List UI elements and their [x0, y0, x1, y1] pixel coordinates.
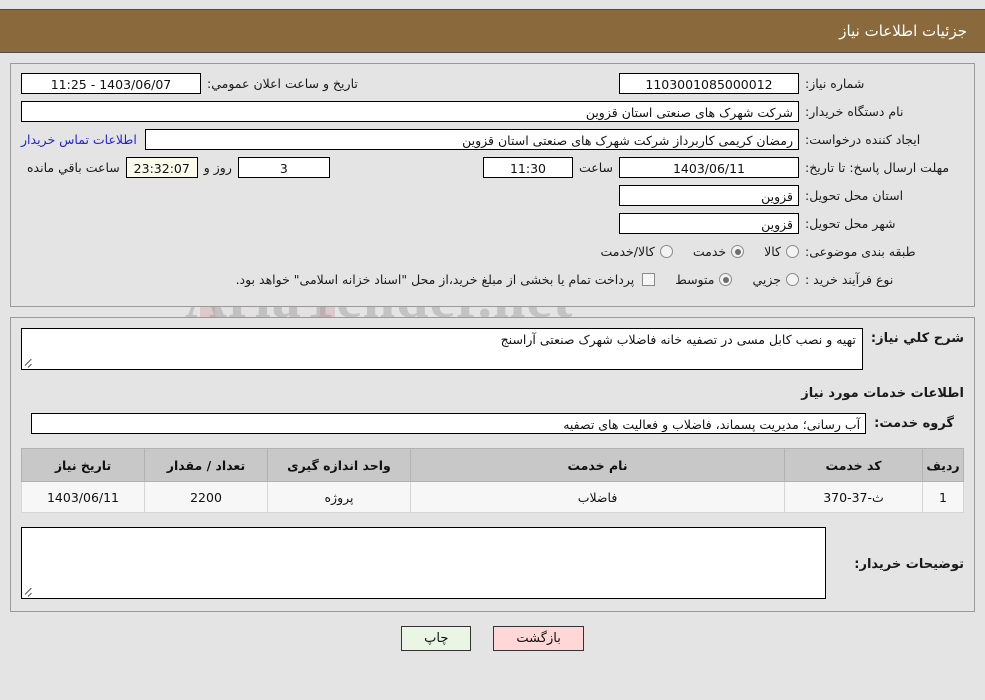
remaining-days-value: 3	[237, 157, 330, 178]
category-option-label: کالا/خدمت	[600, 244, 655, 259]
radio-icon[interactable]	[659, 245, 673, 258]
need-number-label: شماره نیاز:	[805, 76, 865, 91]
buyer-notes-label: توضیحات خریدار:	[854, 557, 964, 572]
general-description-value: تهیه و نصب کابل مسی در تصفیه خانه فاضلاب…	[500, 332, 856, 347]
cell-unit: پروژه	[267, 481, 411, 513]
process-label: نوع فرآیند خرید :	[805, 272, 894, 287]
remaining-days-label: روز و	[203, 160, 232, 175]
deadline-date-value: 1403/06/11	[619, 157, 799, 178]
category-option-label: خدمت	[692, 244, 727, 259]
services-section-title: اطلاعات خدمات مورد نیاز	[801, 386, 964, 401]
column-header-name: نام خدمت	[410, 448, 785, 482]
city-value: قزوین	[619, 213, 799, 234]
action-button-bar: بازگشت چاپ	[0, 626, 985, 651]
process-option-label: جزیي	[752, 272, 781, 287]
process-option-jozi[interactable]: جزیي	[752, 272, 799, 287]
resize-grip-icon[interactable]	[25, 587, 34, 596]
process-option-motavaset[interactable]: متوسط	[675, 272, 733, 287]
need-number-row: شماره نیاز: 1103001085000012 تاریخ و ساع…	[21, 72, 964, 95]
treasury-bond-note: پرداخت تمام یا بخشی از مبلغ خرید،از محل …	[235, 272, 635, 287]
deadline-hour-value: 11:30	[482, 157, 573, 178]
remaining-time-value: 23:32:07	[125, 157, 198, 178]
radio-icon[interactable]	[719, 273, 733, 286]
category-row: طبقه بندی موضوعی: کالا خدمت کالا/خدمت	[21, 240, 964, 263]
cell-name: فاضلاب	[410, 481, 785, 513]
buyer-contact-link[interactable]: اطلاعات تماس خریدار	[21, 132, 145, 147]
general-description-textarea[interactable]: تهیه و نصب کابل مسی در تصفیه خانه فاضلاب…	[21, 328, 863, 370]
buyer-org-label: نام دستگاه خریدار:	[805, 104, 904, 119]
print-button[interactable]: چاپ	[401, 626, 472, 651]
column-header-unit: واحد اندازه گیری	[267, 448, 411, 482]
public-announce-value: 1403/06/07 - 11:25	[21, 73, 201, 94]
creator-label: ایجاد کننده درخواست:	[805, 132, 921, 147]
province-value: قزوین	[619, 185, 799, 206]
buyer-notes-row: توضیحات خریدار:	[21, 527, 964, 599]
service-details-panel: شرح کلي نیاز: تهیه و نصب کابل مسی در تصف…	[10, 317, 975, 612]
cell-index: 1	[922, 481, 964, 513]
need-info-panel: شماره نیاز: 1103001085000012 تاریخ و ساع…	[10, 63, 975, 307]
city-row: شهر محل تحویل: قزوین	[21, 212, 964, 235]
public-announce-label: تاریخ و ساعت اعلان عمومي:	[207, 76, 358, 91]
category-option-kala-khedmat[interactable]: کالا/خدمت	[600, 244, 673, 259]
table-header-row: ردیف کد خدمت نام خدمت واحد اندازه گیری ت…	[21, 448, 964, 482]
radio-icon[interactable]	[731, 245, 745, 258]
service-group-value: آب رسانی؛ مدیریت پسماند، فاضلاب و فعالیت…	[31, 413, 867, 434]
service-group-label: گروه خدمت:	[874, 416, 954, 431]
process-row: نوع فرآیند خرید : جزیي متوسط پرداخت تمام…	[21, 268, 964, 291]
services-table: ردیف کد خدمت نام خدمت واحد اندازه گیری ت…	[21, 448, 964, 513]
radio-icon[interactable]	[786, 245, 799, 258]
cell-quantity: 2200	[144, 481, 268, 513]
city-label: شهر محل تحویل:	[805, 216, 896, 231]
buyer-org-row: نام دستگاه خریدار: شرکت شهرک های صنعتی ا…	[21, 100, 964, 123]
page-title: جزئیات اطلاعات نیاز	[839, 22, 967, 40]
creator-value: رمضان کریمی کاربرداز شرکت شهرک های صنعتی…	[144, 129, 799, 150]
deadline-hour-label: ساعت	[578, 160, 613, 175]
deadline-label: مهلت ارسال پاسخ: تا تاریخ:	[805, 159, 950, 175]
buyer-org-value: شرکت شهرک های صنعتی استان قزوین	[21, 101, 799, 122]
province-row: استان محل تحویل: قزوین	[21, 184, 964, 207]
creator-row: ایجاد کننده درخواست: رمضان کریمی کاربردا…	[21, 128, 964, 151]
category-option-khedmat[interactable]: خدمت	[692, 244, 745, 259]
general-description-row: شرح کلي نیاز: تهیه و نصب کابل مسی در تصف…	[21, 328, 964, 370]
page-header: جزئیات اطلاعات نیاز	[0, 9, 985, 53]
province-label: استان محل تحویل:	[805, 188, 904, 203]
radio-icon[interactable]	[786, 273, 799, 286]
category-option-label: کالا	[764, 244, 781, 259]
process-radio-group: جزیي متوسط	[655, 272, 799, 287]
process-option-label: متوسط	[675, 272, 715, 287]
deadline-row: مهلت ارسال پاسخ: تا تاریخ: 1403/06/11 سا…	[21, 156, 964, 179]
cell-code: ث-37-370	[784, 481, 923, 513]
table-row: 1 ث-37-370 فاضلاب پروژه 2200 1403/06/11	[21, 481, 964, 513]
cell-date: 1403/06/11	[21, 481, 145, 513]
column-header-code: کد خدمت	[784, 448, 923, 482]
need-number-value: 1103001085000012	[619, 73, 799, 94]
category-radio-group: کالا خدمت کالا/خدمت	[580, 244, 799, 259]
service-group-row: گروه خدمت: آب رسانی؛ مدیریت پسماند، فاضل…	[21, 413, 964, 434]
treasury-bond-checkbox[interactable]	[642, 273, 656, 286]
category-label: طبقه بندی موضوعی:	[805, 244, 916, 259]
buyer-notes-textarea[interactable]	[21, 527, 826, 599]
category-option-kala[interactable]: کالا	[764, 244, 799, 259]
remaining-time-label: ساعت باقي مانده	[27, 160, 120, 175]
resize-grip-icon[interactable]	[25, 358, 34, 367]
column-header-date: تاریخ نیاز	[21, 448, 145, 482]
back-button[interactable]: بازگشت	[493, 626, 584, 651]
column-header-quantity: تعداد / مقدار	[144, 448, 268, 482]
column-header-index: ردیف	[922, 448, 964, 482]
general-description-label: شرح کلي نیاز:	[870, 331, 964, 346]
